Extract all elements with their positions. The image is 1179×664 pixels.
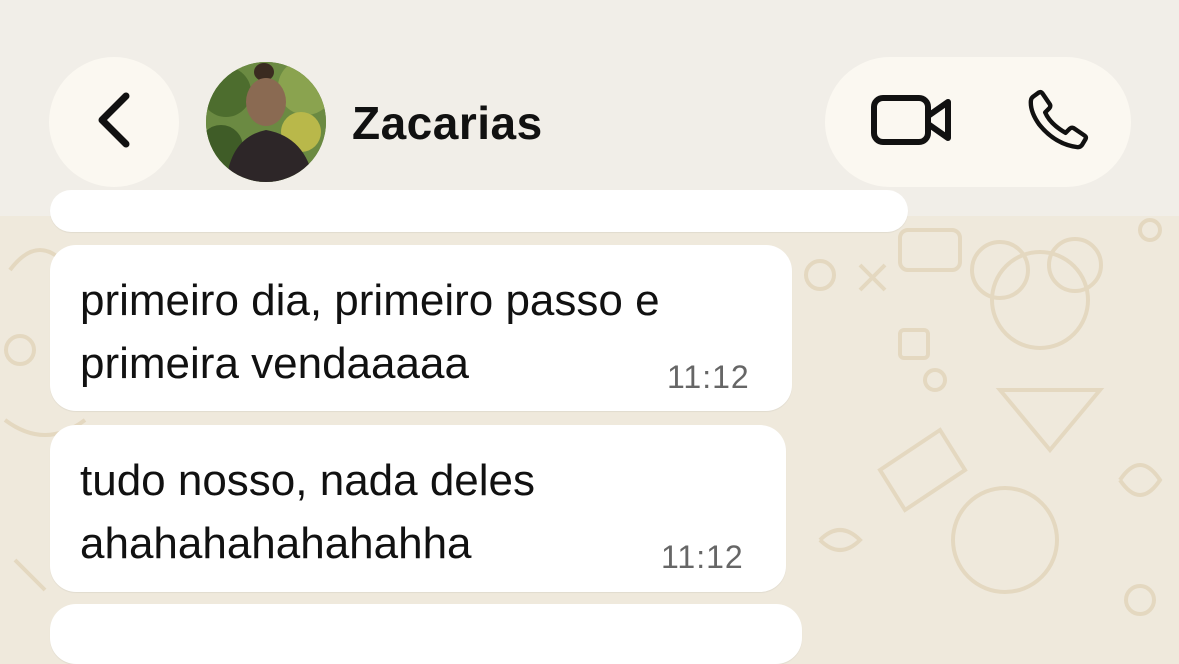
message-bubble[interactable]: primeiro dia, primeiro passo e primeira …: [50, 245, 792, 411]
message-bubble-previous[interactable]: [50, 190, 908, 232]
message-line: tudo nosso, nada deles: [80, 456, 536, 505]
contact-avatar[interactable]: [206, 62, 326, 182]
message-text: primeiro dia, primeiro passo e primeira …: [80, 269, 660, 395]
avatar-photo: [206, 62, 326, 182]
chevron-left-icon: [92, 90, 136, 155]
voice-call-button[interactable]: [993, 57, 1123, 187]
message-bubble[interactable]: tudo nosso, nada deles ahahahahahahahha …: [50, 425, 786, 592]
call-actions: [825, 57, 1131, 187]
video-call-button[interactable]: [847, 57, 977, 187]
message-line: primeiro dia, primeiro passo e: [80, 276, 660, 325]
video-camera-icon: [870, 92, 954, 153]
back-button[interactable]: [49, 57, 179, 187]
message-bubble-next[interactable]: [50, 604, 802, 664]
phone-icon: [1023, 85, 1093, 160]
message-time: 11:12: [661, 539, 744, 575]
message-line: primeira vendaaaaa: [80, 339, 469, 388]
message-time: 11:12: [667, 359, 750, 395]
contact-name[interactable]: Zacarias: [352, 96, 543, 150]
message-text: tudo nosso, nada deles ahahahahahahahha: [80, 449, 535, 575]
message-line: ahahahahahahahha: [80, 519, 472, 568]
